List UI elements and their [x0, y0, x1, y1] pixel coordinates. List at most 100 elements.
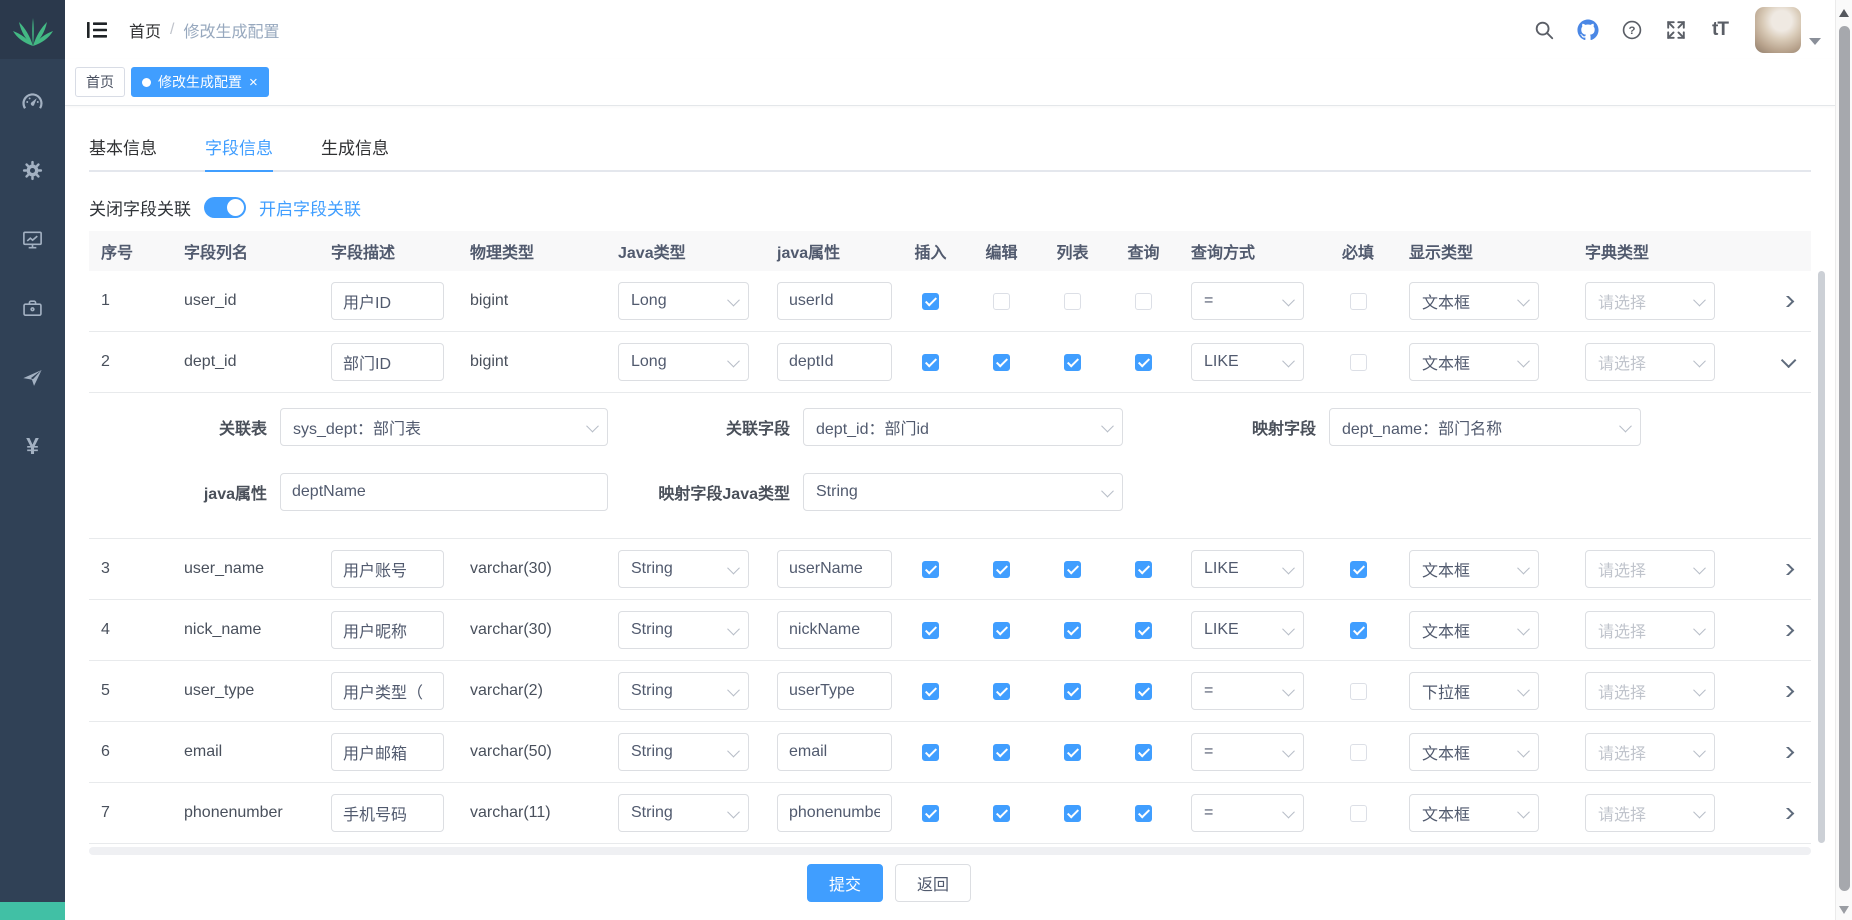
sidebar-item-finance[interactable]: ¥	[0, 412, 65, 481]
row-expander[interactable]	[1749, 808, 1811, 819]
submit-button[interactable]: 提交	[807, 864, 883, 902]
description-input[interactable]	[331, 550, 444, 588]
query-checkbox[interactable]	[1135, 354, 1152, 371]
tag-modify-gen-config[interactable]: 修改生成配置 ×	[131, 67, 269, 97]
edit-checkbox[interactable]	[993, 354, 1010, 371]
insert-checkbox[interactable]	[922, 354, 939, 371]
dict-type-select[interactable]: 请选择	[1585, 550, 1715, 588]
list-checkbox[interactable]	[1064, 354, 1081, 371]
query-checkbox[interactable]	[1135, 744, 1152, 761]
row-expander[interactable]	[1749, 747, 1811, 758]
html-type-select[interactable]: 文本框	[1409, 611, 1539, 649]
list-checkbox[interactable]	[1064, 805, 1081, 822]
field-relation-switch[interactable]	[204, 197, 246, 218]
sidebar-collapse-button[interactable]	[77, 10, 117, 50]
font-size-button[interactable]: tT	[1703, 13, 1737, 47]
list-checkbox[interactable]	[1064, 683, 1081, 700]
required-checkbox[interactable]	[1350, 293, 1367, 310]
insert-checkbox[interactable]	[922, 622, 939, 639]
java-type-select[interactable]: String	[618, 733, 749, 771]
row-expander[interactable]	[1749, 564, 1811, 575]
html-type-select[interactable]: 下拉框	[1409, 672, 1539, 710]
java-type-select[interactable]: Long	[618, 282, 749, 320]
query-checkbox[interactable]	[1135, 622, 1152, 639]
list-checkbox[interactable]	[1064, 744, 1081, 761]
sidebar-item-job[interactable]	[0, 274, 65, 343]
java-type-select[interactable]: String	[618, 672, 749, 710]
relation-table-select[interactable]: sys_dept：部门表	[280, 408, 608, 446]
app-logo[interactable]	[0, 0, 65, 59]
required-checkbox[interactable]	[1350, 561, 1367, 578]
edit-checkbox[interactable]	[993, 622, 1010, 639]
query-type-select[interactable]: =	[1191, 282, 1304, 320]
required-checkbox[interactable]	[1350, 744, 1367, 761]
insert-checkbox[interactable]	[922, 293, 939, 310]
description-input[interactable]	[331, 282, 444, 320]
java-field-input[interactable]	[777, 672, 892, 710]
table-horizontal-scrollbar[interactable]	[89, 847, 1811, 855]
row-expander[interactable]	[1749, 357, 1811, 368]
relation-field-select[interactable]: dept_id：部门id	[803, 408, 1123, 446]
query-checkbox[interactable]	[1135, 805, 1152, 822]
search-button[interactable]	[1527, 13, 1561, 47]
list-checkbox[interactable]	[1064, 622, 1081, 639]
scroll-down-arrow-icon[interactable]	[1839, 906, 1849, 914]
mapping-field-select[interactable]: dept_name：部门名称	[1329, 408, 1641, 446]
html-type-select[interactable]: 文本框	[1409, 343, 1539, 381]
description-input[interactable]	[331, 794, 444, 832]
query-checkbox[interactable]	[1135, 683, 1152, 700]
edit-checkbox[interactable]	[993, 805, 1010, 822]
html-type-select[interactable]: 文本框	[1409, 794, 1539, 832]
page-scrollbar-thumb[interactable]	[1839, 26, 1850, 891]
tag-close-icon[interactable]: ×	[249, 75, 258, 90]
list-checkbox[interactable]	[1064, 561, 1081, 578]
user-menu[interactable]	[1755, 7, 1821, 53]
insert-checkbox[interactable]	[922, 683, 939, 700]
table-vertical-scrollbar[interactable]	[1818, 271, 1825, 843]
query-type-select[interactable]: =	[1191, 794, 1304, 832]
dict-type-select[interactable]: 请选择	[1585, 343, 1715, 381]
html-type-select[interactable]: 文本框	[1409, 282, 1539, 320]
edit-checkbox[interactable]	[993, 293, 1010, 310]
java-type-select[interactable]: String	[618, 611, 749, 649]
description-input[interactable]	[331, 611, 444, 649]
java-field-input[interactable]	[777, 733, 892, 771]
required-checkbox[interactable]	[1350, 354, 1367, 371]
sidebar-item-system[interactable]	[0, 136, 65, 205]
fullscreen-button[interactable]	[1659, 13, 1693, 47]
required-checkbox[interactable]	[1350, 683, 1367, 700]
tab-basic-info[interactable]: 基本信息	[89, 126, 157, 172]
query-type-select[interactable]: =	[1191, 672, 1304, 710]
help-button[interactable]: ?	[1615, 13, 1649, 47]
tag-home[interactable]: 首页	[75, 67, 125, 97]
page-scrollbar[interactable]	[1835, 0, 1852, 920]
tab-generate-info[interactable]: 生成信息	[321, 126, 389, 172]
back-button[interactable]: 返回	[895, 864, 971, 902]
breadcrumb-home[interactable]: 首页	[129, 18, 161, 42]
edit-checkbox[interactable]	[993, 744, 1010, 761]
html-type-select[interactable]: 文本框	[1409, 733, 1539, 771]
edit-checkbox[interactable]	[993, 683, 1010, 700]
java-field-input[interactable]	[777, 343, 892, 381]
github-button[interactable]	[1571, 13, 1605, 47]
query-checkbox[interactable]	[1135, 293, 1152, 310]
dict-type-select[interactable]: 请选择	[1585, 611, 1715, 649]
description-input[interactable]	[331, 672, 444, 710]
edit-checkbox[interactable]	[993, 561, 1010, 578]
scroll-up-arrow-icon[interactable]	[1839, 9, 1849, 17]
row-expander[interactable]	[1749, 686, 1811, 697]
relation-java-field-input[interactable]	[280, 473, 608, 511]
row-expander[interactable]	[1749, 625, 1811, 636]
insert-checkbox[interactable]	[922, 744, 939, 761]
java-type-select[interactable]: Long	[618, 343, 749, 381]
query-type-select[interactable]: LIKE	[1191, 550, 1304, 588]
query-checkbox[interactable]	[1135, 561, 1152, 578]
java-field-input[interactable]	[777, 611, 892, 649]
java-field-input[interactable]	[777, 794, 892, 832]
sidebar-item-monitor[interactable]	[0, 205, 65, 274]
query-type-select[interactable]: =	[1191, 733, 1304, 771]
required-checkbox[interactable]	[1350, 805, 1367, 822]
query-type-select[interactable]: LIKE	[1191, 611, 1304, 649]
dict-type-select[interactable]: 请选择	[1585, 794, 1715, 832]
sidebar-item-dashboard[interactable]	[0, 67, 65, 136]
